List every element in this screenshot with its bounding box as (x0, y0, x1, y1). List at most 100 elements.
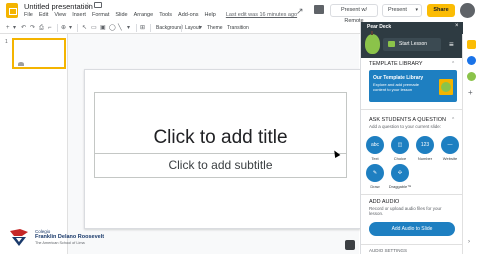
present-button[interactable]: Present ▾ (382, 4, 422, 17)
new-slide-icon[interactable]: + (6, 24, 10, 32)
choice-question-label: Choice (393, 156, 407, 161)
peardeck-sidebar: Pear Deck × Start Lesson ≡ TEMPLATE LIBR… (360, 22, 463, 254)
print-icon[interactable]: ⎙ (39, 24, 44, 32)
menu-slide[interactable]: Slide (115, 12, 127, 18)
undo-icon[interactable]: ↶ (21, 24, 26, 32)
library-card-title: Our Template Library (373, 75, 424, 81)
menu-tools[interactable]: Tools (159, 12, 172, 18)
draggable-question-label: Draggable™ (388, 184, 412, 189)
toolbar-divider (136, 24, 137, 32)
present-label: Present (388, 7, 407, 13)
avatar[interactable] (460, 3, 475, 18)
logo-line-2: Franklin Delano Roosevelt (35, 234, 105, 240)
theme-button[interactable]: Theme (207, 24, 223, 32)
text-question-button[interactable]: abc (366, 136, 384, 154)
chevron-right-icon[interactable]: › (468, 239, 470, 245)
library-books-icon (439, 79, 453, 95)
ask-question-heading[interactable]: ASK STUDENTS A QUESTION (369, 117, 446, 123)
menu-file[interactable]: File (24, 12, 33, 18)
chevron-down-icon[interactable]: ▾ (415, 5, 418, 16)
draggable-question-button[interactable]: ✣ (391, 164, 409, 182)
slide-thumbnail[interactable] (12, 38, 66, 69)
school-crest-icon (10, 229, 28, 246)
background-button[interactable]: Background (156, 24, 183, 32)
menu-edit[interactable]: Edit (39, 12, 48, 18)
title-placeholder-box[interactable]: Click to add title (94, 92, 347, 154)
menu-insert[interactable]: Insert (72, 12, 86, 18)
comment-icon[interactable] (314, 5, 324, 14)
draw-question-label: Draw (370, 184, 380, 189)
present-with-remote-button[interactable]: Present w/ Remote (330, 4, 378, 24)
app-header: Untitled presentation ☆ File Edit View I… (0, 0, 480, 24)
line-icon[interactable]: ╲ (118, 24, 122, 32)
slide-number: 1 (5, 39, 8, 45)
menu-arrange[interactable]: Arrange (134, 12, 154, 18)
pear-logo-icon (365, 31, 380, 54)
slide[interactable]: Click to add title Click to add subtitle (84, 69, 361, 229)
star-icon[interactable]: ☆ (84, 1, 91, 10)
chevron-up-icon[interactable]: ⌃ (451, 117, 455, 123)
divider (361, 109, 463, 110)
audio-settings-heading[interactable]: AUDIO SETTINGS (369, 248, 407, 253)
choice-question-button[interactable]: ◫ (391, 136, 409, 154)
number-question-label: Number (417, 156, 433, 161)
draw-question-button[interactable]: ✎ (366, 164, 384, 182)
toolbar-divider (57, 24, 58, 32)
document-title[interactable]: Untitled presentation (24, 2, 93, 11)
menu-addons[interactable]: Add-ons (178, 12, 199, 18)
menu-bar: File Edit View Insert Format Slide Arran… (24, 12, 297, 18)
text-box-icon[interactable]: ▭ (91, 24, 97, 32)
template-library-card[interactable]: Our Template Library Explore and add pre… (369, 70, 457, 102)
library-card-desc: Explore and add premade content to your … (373, 82, 420, 92)
chevron-down-icon[interactable]: ▾ (13, 24, 16, 32)
explore-icon[interactable] (345, 240, 355, 250)
keep-icon[interactable] (467, 40, 476, 49)
template-library-heading[interactable]: TEMPLATE LIBRARY (369, 61, 423, 67)
close-icon[interactable]: × (455, 23, 459, 29)
side-panel-icons: + › (462, 34, 480, 254)
chevron-down-icon[interactable]: ▾ (127, 24, 130, 32)
activity-trend-icon[interactable]: ↗ (296, 6, 304, 17)
slide-filmstrip: 1 (0, 34, 68, 254)
start-lesson-button[interactable]: Start Lesson (383, 38, 441, 51)
menu-view[interactable]: View (54, 12, 66, 18)
shape-icon[interactable]: ◯ (109, 24, 116, 32)
website-question-button[interactable]: — (441, 136, 459, 154)
peardeck-addon-icon[interactable] (467, 72, 476, 81)
toolbar-divider (77, 24, 78, 32)
divider (361, 244, 463, 245)
number-question-button[interactable]: 123 (416, 136, 434, 154)
share-button[interactable]: Share (427, 4, 455, 17)
comment-add-icon[interactable]: ⊞ (140, 24, 145, 32)
thumbnail-mark (18, 62, 24, 66)
slides-logo-icon[interactable] (6, 3, 18, 18)
subtitle-placeholder[interactable]: Click to add subtitle (95, 158, 346, 172)
zoom-icon[interactable]: ⊕ (61, 24, 66, 32)
move-folder-icon[interactable] (94, 2, 102, 8)
add-audio-heading: ADD AUDIO (369, 199, 400, 205)
chevron-down-icon[interactable]: ▾ (199, 24, 202, 32)
toolbar-divider (181, 24, 182, 32)
subtitle-placeholder-box[interactable]: Click to add subtitle (94, 154, 347, 178)
title-placeholder[interactable]: Click to add title (95, 127, 346, 149)
tasks-icon[interactable] (467, 56, 476, 65)
last-edit-link[interactable]: Last edit was 16 minutes ago (226, 12, 297, 18)
menu-help[interactable]: Help (205, 12, 216, 18)
add-audio-button[interactable]: Add Audio to Slide (369, 222, 455, 236)
menu-icon[interactable]: ≡ (449, 40, 454, 49)
select-cursor-icon[interactable]: ↖ (82, 24, 87, 32)
ask-question-subtitle: Add a question to your current slide: (369, 124, 442, 129)
chevron-down-icon[interactable]: ▾ (69, 24, 72, 32)
layout-button[interactable]: Layout (185, 24, 200, 32)
add-addon-icon[interactable]: + (468, 89, 473, 97)
image-icon[interactable]: ▣ (100, 24, 106, 32)
transition-button[interactable]: Transition (227, 24, 249, 32)
peardeck-title: Pear Deck (367, 24, 392, 30)
redo-icon[interactable]: ↷ (30, 24, 35, 32)
toolbar: + ▾ ↶ ↷ ⎙ ⌐ ⊕ ▾ ↖ ▭ ▣ ◯ ╲ ▾ ⊞ Background… (0, 22, 360, 34)
chevron-up-icon[interactable]: ⌃ (451, 61, 455, 67)
paint-format-icon[interactable]: ⌐ (48, 24, 52, 32)
peardeck-header: Pear Deck × Start Lesson ≡ (361, 22, 463, 58)
text-question-label: Text (371, 156, 379, 161)
menu-format[interactable]: Format (92, 12, 109, 18)
